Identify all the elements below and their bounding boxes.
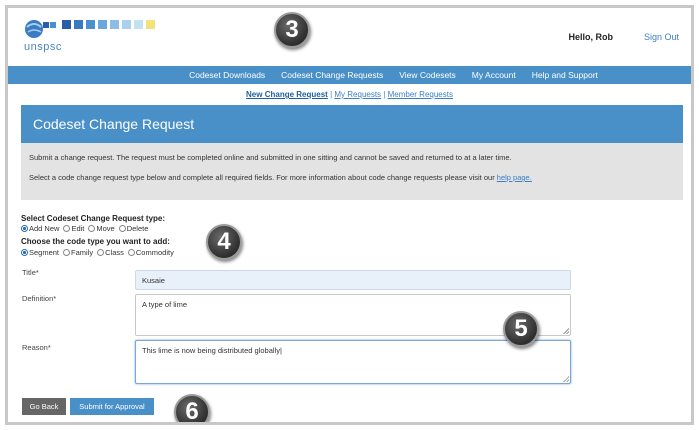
title-input[interactable]: Kusaie — [135, 270, 571, 290]
radio-label: Segment — [29, 248, 60, 257]
callout-badge: 4 — [206, 224, 242, 260]
radio-label: Family — [71, 248, 94, 257]
radio-move[interactable]: Move — [88, 224, 115, 233]
radio-commodity[interactable]: Commodity — [127, 248, 174, 257]
logo-square — [146, 20, 155, 29]
nav-codeset-change-requests[interactable]: Codeset Change Requests — [281, 70, 383, 80]
go-back-button[interactable]: Go Back — [22, 398, 66, 415]
nav-codeset-downloads[interactable]: Codeset Downloads — [189, 70, 265, 80]
user-greeting: Hello, Rob — [568, 32, 614, 42]
nav-help-and-support[interactable]: Help and Support — [532, 70, 598, 80]
sub-nav: New Change Request | My Requests | Membe… — [8, 90, 691, 99]
instructions-line-1: Submit a change request. The request mus… — [29, 153, 512, 162]
instructions-line-2-text: Select a code change request type below … — [29, 173, 497, 182]
nav-my-account[interactable]: My Account — [472, 70, 516, 80]
app-frame: unspsc Hello, Rob Sign Out Codeset Downl… — [5, 5, 694, 425]
submit-for-approval-button[interactable]: Submit for Approval — [70, 398, 154, 415]
radio-label: Move — [96, 224, 115, 233]
radio-class[interactable]: Class — [97, 248, 124, 257]
instructions-box: Submit a change request. The request mus… — [21, 143, 683, 200]
radio-label: Add New — [29, 224, 60, 233]
radio-add-new[interactable]: Add New — [21, 224, 59, 233]
reason-label: Reason* — [22, 343, 51, 352]
page-title: Codeset Change Request — [21, 105, 683, 143]
resize-grip-icon[interactable] — [563, 376, 569, 382]
radio-label: Commodity — [135, 248, 174, 257]
logo-square — [110, 20, 119, 29]
request-type-label: Select Codeset Change Request type: — [21, 214, 166, 223]
main-nav: Codeset Downloads Codeset Change Request… — [8, 66, 691, 84]
logo-square — [74, 20, 83, 29]
help-page-link[interactable]: help page. — [497, 173, 532, 182]
sign-out-link[interactable]: Sign Out — [644, 32, 679, 42]
subnav-separator: | — [330, 90, 333, 99]
logo-square — [62, 20, 71, 29]
radio-segment[interactable]: Segment — [21, 248, 59, 257]
logo-square — [134, 20, 143, 29]
subnav-separator: | — [383, 90, 386, 99]
radio-indicator[interactable] — [97, 249, 105, 256]
logo-square — [122, 20, 131, 29]
radio-label: Delete — [126, 224, 149, 233]
title-label: Title* — [22, 268, 39, 277]
radio-indicator[interactable] — [63, 249, 71, 256]
radio-delete[interactable]: Delete — [118, 224, 149, 233]
radio-indicator[interactable] — [21, 225, 28, 232]
globe-logo-icon — [25, 20, 56, 38]
reason-text: This lime is now being distributed globa… — [142, 346, 282, 355]
logo-wordmark: unspsc — [24, 41, 62, 53]
subnav-my-requests[interactable]: My Requests — [334, 90, 381, 99]
radio-family[interactable]: Family — [63, 248, 93, 257]
resize-grip-icon[interactable] — [563, 328, 569, 334]
code-type-label: Choose the code type you want to add: — [21, 237, 170, 246]
radio-indicator[interactable] — [63, 225, 71, 232]
radio-indicator[interactable] — [21, 249, 28, 256]
subnav-new-change-request[interactable]: New Change Request — [246, 90, 328, 99]
callout-badge: 5 — [503, 311, 539, 347]
header: unspsc Hello, Rob Sign Out — [8, 8, 691, 66]
logo-color-squares — [62, 20, 155, 29]
callout-badge: 6 — [174, 394, 210, 422]
logo-square — [98, 20, 107, 29]
subnav-member-requests[interactable]: Member Requests — [388, 90, 453, 99]
code-type-radio-group: Segment Family Class Commodity — [21, 248, 176, 257]
reason-textarea[interactable]: This lime is now being distributed globa… — [135, 340, 571, 384]
radio-edit[interactable]: Edit — [63, 224, 84, 233]
definition-text: A type of lime — [142, 300, 188, 309]
radio-indicator[interactable] — [118, 225, 126, 232]
unspsc-logo[interactable]: unspsc — [22, 16, 172, 56]
radio-indicator[interactable] — [127, 249, 135, 256]
callout-badge: 3 — [274, 12, 310, 48]
instructions-line-2: Select a code change request type below … — [29, 172, 683, 183]
definition-label: Definition* — [22, 294, 57, 303]
radio-indicator[interactable] — [88, 225, 96, 232]
request-type-radio-group: Add New Edit Move Delete — [21, 224, 150, 233]
radio-label: Class — [105, 248, 124, 257]
nav-view-codesets[interactable]: View Codesets — [399, 70, 456, 80]
radio-label: Edit — [71, 224, 85, 233]
logo-square — [86, 20, 95, 29]
